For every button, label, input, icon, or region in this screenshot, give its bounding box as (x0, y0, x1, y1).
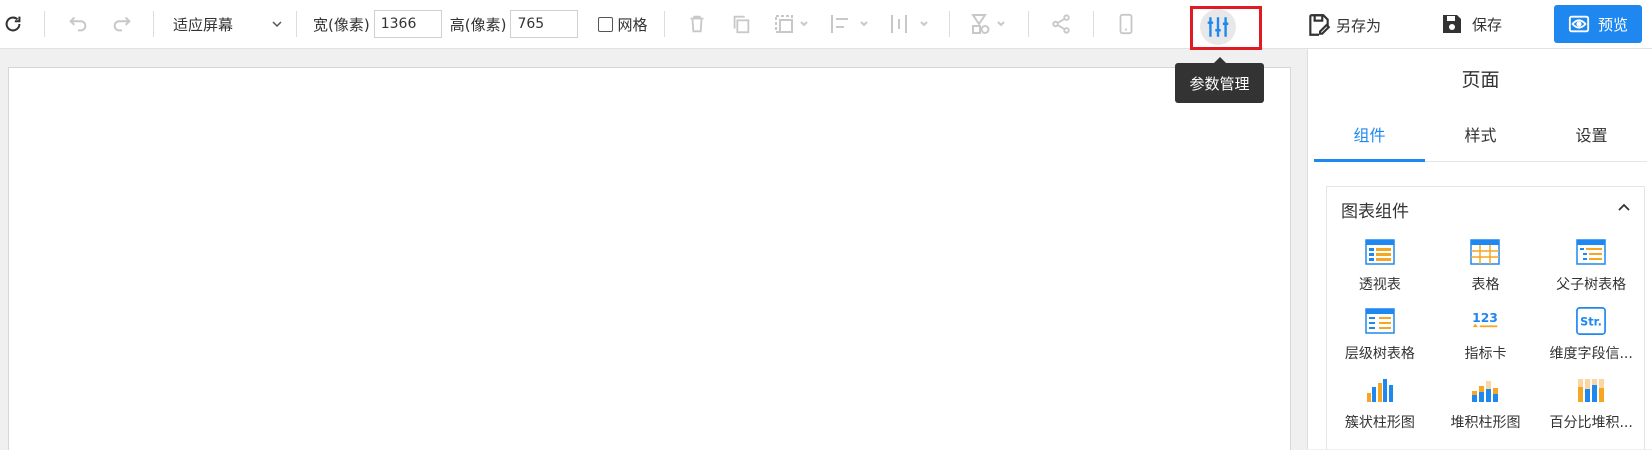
save-as-icon (1309, 14, 1331, 36)
group-dropdown-icon[interactable] (970, 13, 1012, 35)
component-stacked-bar[interactable]: 堆积柱形图 (1433, 375, 1539, 432)
height-label: 高(像素) (449, 15, 507, 34)
component-grid: 透视表 表格 父子树表格 层级树表格 123 指标卡 Str. 维度字段信...… (1327, 237, 1644, 432)
clustered-bar-chart-icon (1365, 375, 1395, 405)
fit-screen-label: 适应屏幕 (173, 15, 234, 34)
redo-icon[interactable] (109, 13, 135, 35)
panel-tabs: 组件 样式 设置 (1314, 107, 1647, 162)
fit-screen-select[interactable]: 适应屏幕 (173, 14, 283, 35)
distribute-dropdown-icon[interactable] (889, 13, 933, 35)
divider (949, 11, 951, 37)
width-label: 宽(像素) (313, 15, 370, 34)
share-icon[interactable] (1049, 13, 1073, 35)
component-label: 父子树表格 (1556, 277, 1627, 293)
toolbar: 适应屏幕 宽(像素) 高(像素) 网格 (0, 0, 1652, 49)
tab-components[interactable]: 组件 (1314, 107, 1425, 162)
component-label: 透视表 (1358, 277, 1401, 293)
panel-title: 页面 (1461, 69, 1500, 91)
checkbox-box[interactable] (598, 16, 614, 32)
component-hierarchy-tree-table[interactable]: 层级树表格 (1327, 306, 1433, 363)
divider (153, 11, 154, 37)
save-as-button[interactable]: 另存为 (1306, 12, 1381, 38)
undo-icon[interactable] (65, 13, 91, 35)
preview-button[interactable]: 预览 (1554, 5, 1642, 43)
highlight-box (1190, 6, 1262, 50)
component-kpi-card[interactable]: 123 指标卡 (1433, 306, 1539, 363)
layer-dropdown-icon[interactable] (773, 13, 813, 35)
component-table[interactable]: 表格 (1433, 237, 1539, 294)
grid-checkbox[interactable]: 网格 (598, 14, 647, 35)
component-label: 层级树表格 (1344, 346, 1415, 362)
divider (296, 11, 297, 37)
chart-components-section: 图表组件 透视表 表格 父子树表格 层级树表格 123 指标卡 Str. 维度字… (1326, 186, 1645, 450)
pivot-table-icon (1365, 237, 1395, 267)
component-label: 堆积柱形图 (1450, 415, 1521, 431)
save-as-label: 另存为 (1336, 16, 1382, 35)
table-icon (1470, 237, 1501, 267)
refresh-icon[interactable] (2, 13, 24, 35)
component-label: 簇状柱形图 (1344, 415, 1415, 431)
component-parent-child-tree-table[interactable]: 父子树表格 (1538, 237, 1644, 294)
save-icon (1443, 15, 1461, 33)
right-panel: 页面 组件 样式 设置 图表组件 透视表 表格 父子树表格 层级树表格 123 … (1307, 49, 1652, 450)
component-label: 指标卡 (1464, 346, 1507, 362)
copy-icon[interactable] (729, 13, 753, 35)
component-dimension-field[interactable]: Str. 维度字段信... (1538, 306, 1644, 363)
mobile-icon[interactable] (1114, 13, 1138, 35)
percent-stacked-bar-chart-icon (1576, 375, 1606, 405)
component-label: 表格 (1471, 277, 1500, 293)
component-clustered-bar[interactable]: 簇状柱形图 (1327, 375, 1433, 432)
component-percent-stacked-bar[interactable]: 百分比堆积... (1538, 375, 1644, 432)
divider (44, 11, 45, 37)
kpi-card-icon: 123 (1470, 306, 1500, 336)
stacked-bar-chart-icon (1470, 375, 1500, 405)
chevron-up-icon[interactable] (1616, 199, 1632, 215)
section-title: 图表组件 (1341, 202, 1409, 222)
tab-styles[interactable]: 样式 (1425, 107, 1536, 161)
svg-text:123: 123 (1473, 311, 1499, 325)
divider (1028, 11, 1030, 37)
svg-text:Str.: Str. (1580, 316, 1602, 329)
height-input[interactable] (510, 10, 579, 38)
hierarchy-tree-table-icon (1365, 306, 1395, 336)
save-label: 保存 (1472, 15, 1503, 34)
preview-label: 预览 (1597, 15, 1628, 34)
grid-label: 网格 (617, 15, 648, 34)
tab-settings[interactable]: 设置 (1536, 107, 1647, 161)
chevron-down-icon (272, 21, 282, 28)
divider (1093, 11, 1095, 37)
dimension-field-icon: Str. (1576, 306, 1607, 336)
delete-icon[interactable] (685, 13, 709, 35)
component-label: 百分比堆积... (1549, 415, 1633, 431)
component-pivot-table[interactable]: 透视表 (1327, 237, 1433, 294)
parent-child-tree-table-icon (1576, 237, 1606, 267)
tooltip: 参数管理 (1175, 57, 1264, 103)
align-dropdown-icon[interactable] (829, 13, 873, 35)
component-label: 维度字段信... (1549, 346, 1633, 362)
eye-icon (1568, 15, 1590, 33)
divider (664, 11, 666, 37)
design-canvas[interactable] (8, 67, 1291, 450)
width-input[interactable] (373, 10, 442, 38)
save-button[interactable]: 保存 (1440, 12, 1502, 36)
